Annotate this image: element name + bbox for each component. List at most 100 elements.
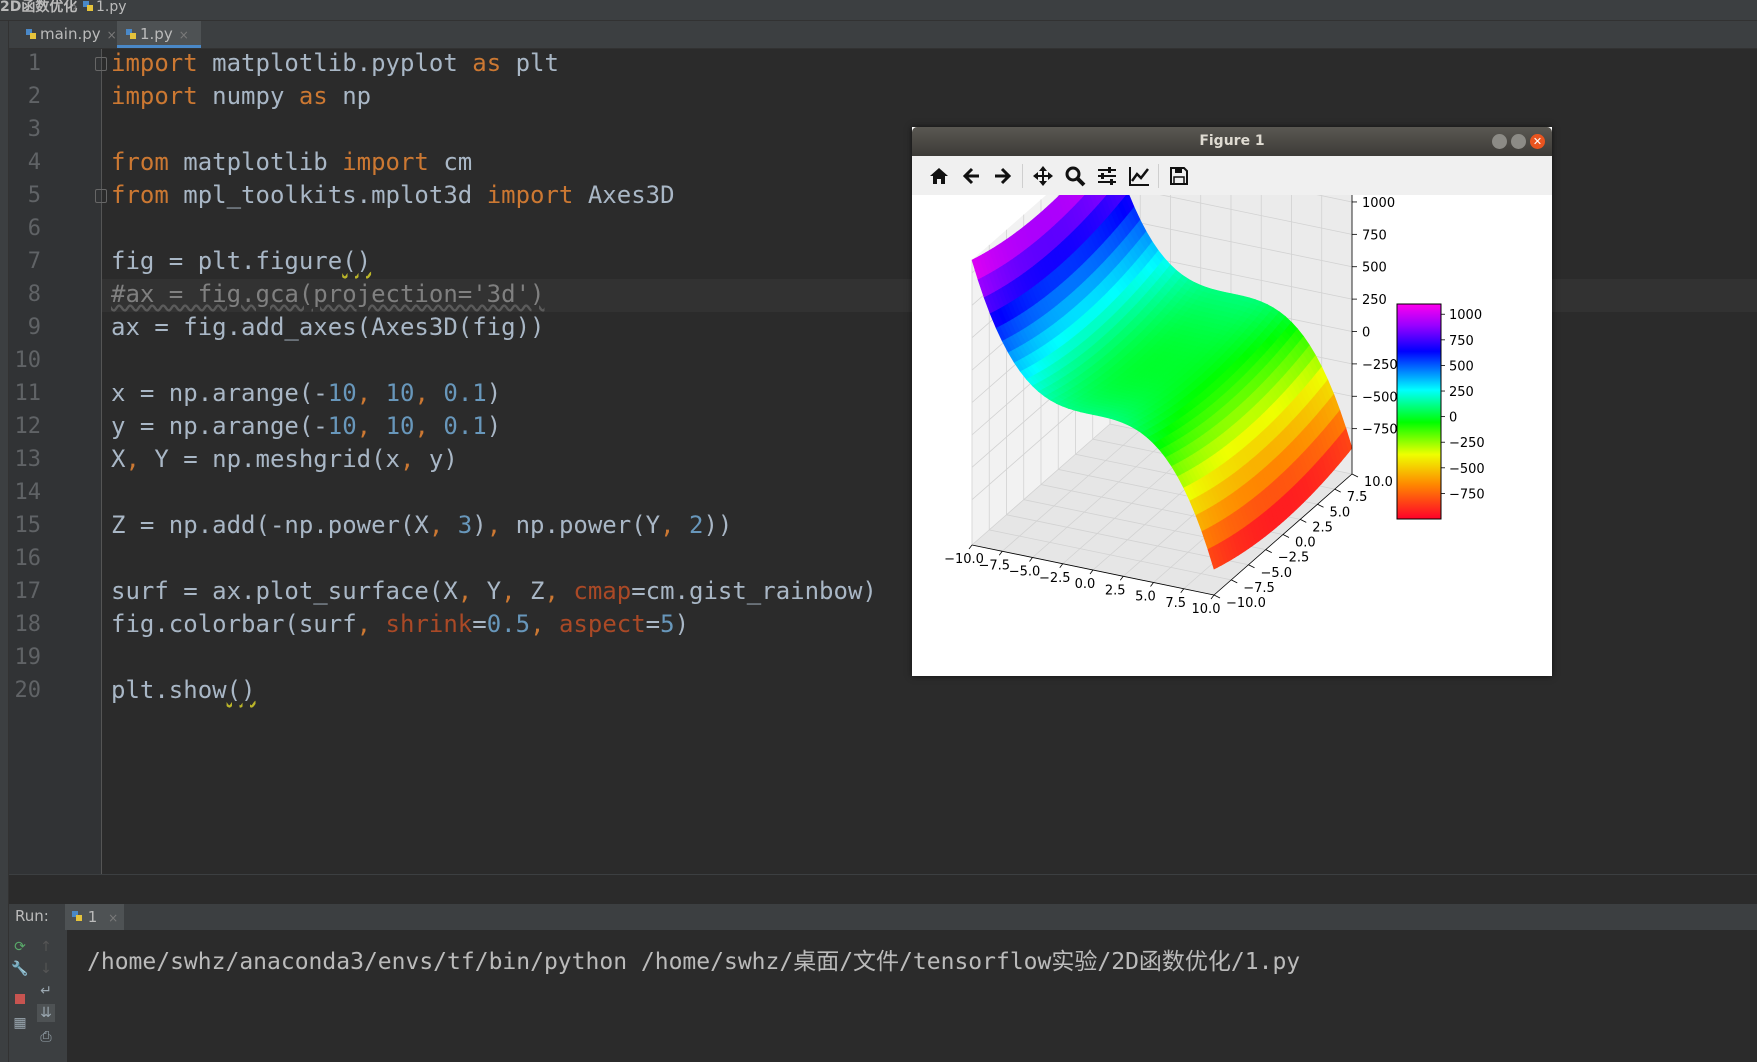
line-number: 14 xyxy=(14,480,42,505)
colorbar xyxy=(1396,303,1442,520)
colorbar-tick-label: −250 xyxy=(1449,436,1485,451)
python-file-icon xyxy=(25,22,37,39)
colorbar-tick-label: 500 xyxy=(1449,359,1474,374)
line-number: 5 xyxy=(27,183,41,208)
breadcrumb-project[interactable]: 2D函数优化 xyxy=(0,0,77,15)
configure-subplots-icon[interactable] xyxy=(1096,165,1118,187)
figure-window[interactable]: Figure 1 ✕ −10.0 −7.5 −5.0 −2.5 0.0 2.5 … xyxy=(912,127,1552,676)
edit-axes-icon[interactable] xyxy=(1128,165,1150,187)
minimize-icon[interactable] xyxy=(1492,134,1507,149)
z-tick-label: 500 xyxy=(1362,261,1387,276)
code-line[interactable]: import numpy as np xyxy=(111,82,371,110)
tab-label: 1.py xyxy=(140,25,173,43)
code-line[interactable]: #ax = fig.gca(projection='3d') xyxy=(111,280,544,308)
breadcrumb-separator: › xyxy=(72,0,78,15)
z-tick-label: −500 xyxy=(1362,390,1398,405)
layout-icon[interactable]: ▦ xyxy=(11,1014,29,1032)
x-tick xyxy=(1089,569,1094,575)
close-tab-icon[interactable]: × xyxy=(107,28,117,42)
run-tool-header: Run: 1 × xyxy=(9,904,1757,930)
code-line[interactable]: from mpl_toolkits.mplot3d import Axes3D xyxy=(111,181,675,209)
close-tab-icon[interactable]: × xyxy=(179,28,189,42)
line-number: 2 xyxy=(27,84,41,109)
line-number: 15 xyxy=(14,513,42,538)
y-tick xyxy=(1282,534,1290,538)
colorbar-ticks: 1000 750 500 250 0 −250 −500 −750 xyxy=(1441,308,1485,502)
rerun-icon[interactable]: ⟳ xyxy=(11,938,29,956)
colorbar-tick-label: 750 xyxy=(1449,334,1474,349)
x-tick-label: 5.0 xyxy=(1135,590,1156,605)
y-tick-label: 5.0 xyxy=(1330,505,1351,520)
toolbar-separator xyxy=(1158,164,1159,188)
pan-icon[interactable] xyxy=(1032,165,1054,187)
y-tick-label: −2.5 xyxy=(1278,551,1310,566)
scroll-to-end-icon[interactable]: ⇊ xyxy=(37,1004,55,1022)
code-line[interactable]: from matplotlib import cm xyxy=(111,148,472,176)
z-tick-label: −750 xyxy=(1362,423,1398,438)
code-line[interactable]: fig = plt.figure() xyxy=(111,247,371,275)
code-line[interactable]: y = np.arange(-10, 10, 0.1) xyxy=(111,412,501,440)
wrench-icon[interactable]: 🔧 xyxy=(11,960,29,978)
x-tick-label: 0.0 xyxy=(1075,577,1096,592)
down-arrow-icon[interactable]: ↓ xyxy=(37,960,55,978)
figure-toolbar xyxy=(912,156,1552,196)
print-icon[interactable]: ⎙ xyxy=(37,1028,55,1046)
line-number: 13 xyxy=(14,447,42,472)
colorbar-tick-label: 1000 xyxy=(1449,308,1482,323)
line-number: 11 xyxy=(14,381,42,406)
tab-1-py[interactable]: 1.py × xyxy=(117,21,201,48)
code-line[interactable]: plt.show() xyxy=(111,676,256,704)
y-tick xyxy=(1213,594,1221,599)
project-tool-strip[interactable] xyxy=(0,21,9,1062)
y-tick-label: −10.0 xyxy=(1226,596,1266,611)
code-line[interactable]: ax = fig.add_axes(Axes3D(fig)) xyxy=(111,313,544,341)
code-line[interactable]: x = np.arange(-10, 10, 0.1) xyxy=(111,379,501,407)
editor-tab-bar: main.py × 1.py × xyxy=(9,21,1757,49)
up-arrow-icon[interactable]: ↑ xyxy=(37,938,55,956)
code-line[interactable]: import matplotlib.pyplot as plt xyxy=(111,49,559,77)
y-tick xyxy=(1351,473,1359,478)
close-icon[interactable]: ✕ xyxy=(1530,134,1545,149)
colorbar-tick-label: 0 xyxy=(1449,411,1457,426)
z-tick-label: −250 xyxy=(1362,358,1398,373)
line-number: 9 xyxy=(27,315,41,340)
run-tab[interactable]: 1 × xyxy=(65,904,125,930)
maximize-icon[interactable] xyxy=(1511,134,1526,149)
back-icon[interactable] xyxy=(960,165,982,187)
fold-marker-icon[interactable] xyxy=(95,57,107,71)
x-tick xyxy=(1210,594,1215,600)
zoom-icon[interactable] xyxy=(1064,165,1086,187)
code-line[interactable]: X, Y = np.meshgrid(x, y) xyxy=(111,445,458,473)
breadcrumb-file[interactable]: 1.py xyxy=(96,0,127,15)
save-icon[interactable] xyxy=(1168,165,1190,187)
fold-marker-icon[interactable] xyxy=(95,189,107,203)
line-number: 7 xyxy=(27,249,41,274)
y-tick xyxy=(1334,488,1341,493)
x-tick-label: −7.5 xyxy=(978,558,1010,573)
console-output[interactable]: /home/swhz/anaconda3/envs/tf/bin/python … xyxy=(87,942,1300,976)
line-number: 3 xyxy=(27,117,41,142)
x-tick xyxy=(1180,588,1185,593)
line-number: 19 xyxy=(14,645,42,670)
surface-plot[interactable]: −10.0−7.5−5.0−2.5 0.0 2.5 5.0 7.5 10.0 −10.0−7… xyxy=(912,138,1552,676)
forward-icon[interactable] xyxy=(992,165,1014,187)
run-toolbar: ⟳ ↑ 🔧 ↓ ↵ ⇊ ▦ ⎙ xyxy=(9,930,67,1062)
soft-wrap-icon[interactable]: ↵ xyxy=(37,982,55,1000)
colorbar-tick-label: −500 xyxy=(1449,462,1485,477)
y-tick xyxy=(1248,564,1255,569)
code-line[interactable]: surf = ax.plot_surface(X, Y, Z, cmap=cm.… xyxy=(111,577,877,605)
figure-title-bar[interactable]: Figure 1 ✕ xyxy=(912,127,1552,156)
run-console: ⟳ ↑ 🔧 ↓ ↵ ⇊ ▦ ⎙ /home/swhz/anaconda3/env… xyxy=(9,930,1757,1062)
panel-divider[interactable] xyxy=(9,874,1757,905)
code-line[interactable]: fig.colorbar(surf, shrink=0.5, aspect=5) xyxy=(111,610,689,638)
run-tab-label: 1 xyxy=(87,908,98,926)
home-icon[interactable] xyxy=(928,165,950,187)
plot-canvas[interactable]: −10.0 −7.5 −5.0 −2.5 0.0 2.5 5.0 7.5 10.0 −10.0 −7… xyxy=(912,138,1552,676)
x-tick xyxy=(998,551,1003,556)
code-line[interactable]: Z = np.add(-np.power(X, 3), np.power(Y, … xyxy=(111,511,732,539)
x-tick xyxy=(1059,563,1064,568)
close-run-tab-icon[interactable]: × xyxy=(108,911,118,925)
tab-main-py[interactable]: main.py × xyxy=(17,21,119,48)
stop-icon[interactable] xyxy=(11,990,29,1008)
line-number: 10 xyxy=(14,348,42,373)
